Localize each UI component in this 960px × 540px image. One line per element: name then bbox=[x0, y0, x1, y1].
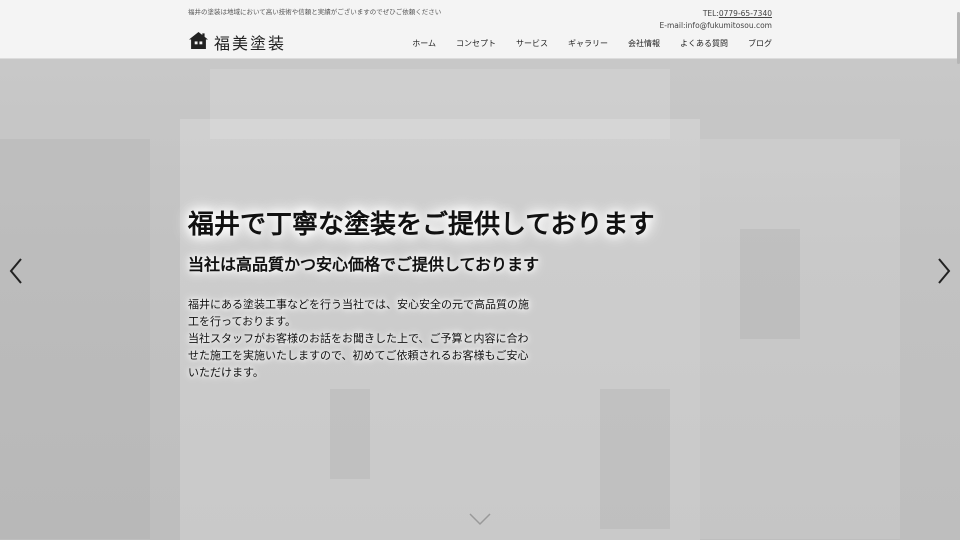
bg-house-left bbox=[0, 139, 150, 539]
site-logo[interactable]: 福美塗装 bbox=[188, 30, 286, 54]
bg-window-1 bbox=[740, 229, 800, 339]
bg-window-2 bbox=[600, 389, 670, 529]
hero-body-line: 福井にある塗装工事などを行う当社では、安心安全の元で高品質の施 bbox=[188, 298, 529, 311]
hero-body-line: せた施工を実施いたしますので、初めてご依頼されるお客様もご安心 bbox=[188, 349, 529, 362]
nav-item-blog[interactable]: ブログ bbox=[748, 38, 772, 49]
nav-item-gallery[interactable]: ギャラリー bbox=[568, 38, 608, 49]
nav-item-faq[interactable]: よくある質問 bbox=[680, 38, 728, 49]
main-nav: ホーム コンセプト サービス ギャラリー 会社情報 よくある質問 ブログ bbox=[392, 38, 772, 49]
tel-link[interactable]: 0779-65-7340 bbox=[719, 9, 772, 18]
logo-text: 福美塗装 bbox=[214, 34, 287, 53]
bg-house-roof bbox=[210, 69, 670, 139]
nav-item-company[interactable]: 会社情報 bbox=[628, 38, 660, 49]
chevron-down-icon bbox=[469, 513, 491, 526]
site-header: 福井の塗装は地域において高い技術や信頼と実績がございますのでぜひご依頼ください … bbox=[0, 0, 960, 59]
tel-line: TEL:0779-65-7340 bbox=[660, 8, 772, 20]
email-line: E-mail:info@fukumitosou.com bbox=[659, 21, 772, 30]
chevron-right-icon bbox=[938, 258, 951, 284]
hero-body-line: 当社スタッフがお客様のお話をお聞きした上で、ご予算と内容に合わ bbox=[188, 332, 529, 345]
slider-prev-button[interactable] bbox=[6, 256, 26, 286]
header-tagline: 福井の塗装は地域において高い技術や信頼と実績がございますのでぜひご依頼ください bbox=[188, 8, 442, 16]
house-icon bbox=[188, 31, 214, 54]
hero-headings: 福井で丁寧な塗装をご提供しております 当社は高品質かつ安心価格でご提供しておりま… bbox=[188, 204, 654, 275]
nav-item-concept[interactable]: コンセプト bbox=[456, 38, 496, 49]
nav-item-home[interactable]: ホーム bbox=[412, 38, 436, 49]
hero-body-line: 工を行っております。 bbox=[188, 315, 297, 328]
hero-subtitle: 当社は高品質かつ安心価格でご提供しております bbox=[188, 255, 540, 274]
scroll-down-button[interactable] bbox=[468, 511, 492, 526]
hero-title: 福井で丁寧な塗装をご提供しております bbox=[188, 210, 655, 240]
slider-next-button[interactable] bbox=[934, 256, 954, 286]
chevron-left-icon bbox=[9, 258, 22, 284]
hero-body-line: いただけます。 bbox=[188, 366, 264, 379]
bg-window-3 bbox=[330, 389, 370, 479]
nav-item-service[interactable]: サービス bbox=[516, 38, 548, 49]
bg-house-right bbox=[700, 139, 900, 539]
page-scrollbar[interactable] bbox=[956, 0, 960, 540]
contact-info: TEL:0779-65-7340 E-mail:info@fukumitosou… bbox=[660, 8, 772, 32]
tel-label: TEL: bbox=[702, 9, 719, 18]
hero-description: 福井にある塗装工事などを行う当社では、安心安全の元で高品質の施 工を行っておりま… bbox=[188, 296, 538, 381]
hero-slider: 福井で丁寧な塗装をご提供しております 当社は高品質かつ安心価格でご提供しておりま… bbox=[0, 59, 960, 540]
